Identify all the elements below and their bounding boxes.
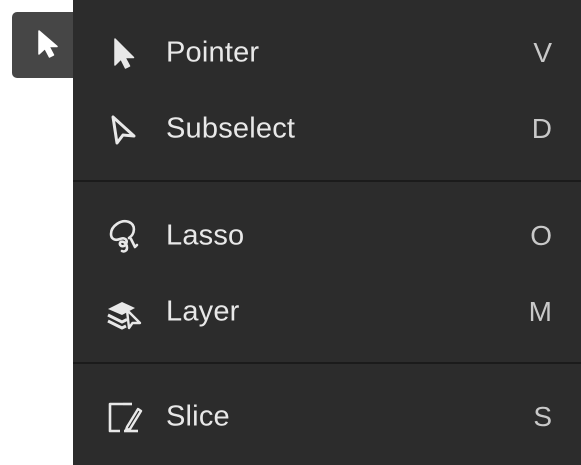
tool-menu: Pointer V Subselect D Lasso O Layer M Sl… [73,0,581,465]
pointer-arrow-icon [105,33,145,73]
lasso-icon [105,216,145,256]
menu-item-subselect[interactable]: Subselect D [73,94,581,164]
subselect-arrow-icon [105,109,145,149]
menu-item-label: Subselect [166,112,296,145]
menu-item-label: Layer [166,295,240,328]
layer-select-icon [105,292,145,332]
shortcut-key: D [531,113,552,144]
menu-item-pointer[interactable]: Pointer V [73,18,581,88]
menu-item-label: Slice [166,400,230,433]
shortcut-key: M [528,296,552,327]
menu-item-label: Lasso [166,219,245,252]
menu-item-label: Pointer [166,36,260,69]
menu-item-slice[interactable]: Slice S [73,382,581,452]
menu-item-lasso[interactable]: Lasso O [73,201,581,271]
shortcut-key: S [533,401,552,432]
shortcut-key: O [530,220,552,251]
shortcut-key: V [533,37,552,68]
menu-divider [73,362,581,364]
slice-icon [105,397,145,437]
menu-item-layer[interactable]: Layer M [73,277,581,347]
menu-divider [73,180,581,182]
